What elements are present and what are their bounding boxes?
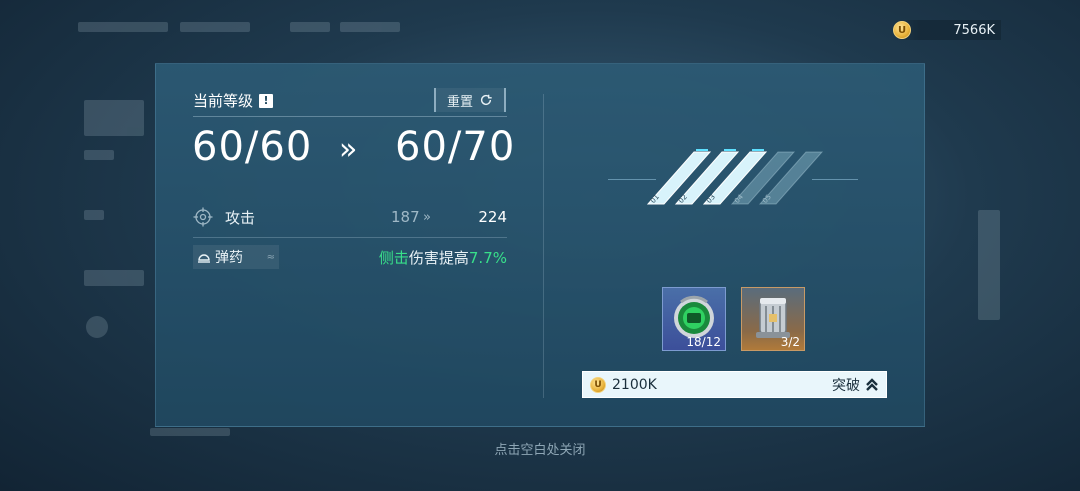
double-chevron-up-icon [866, 377, 878, 391]
material-count-2: 3/2 [780, 335, 800, 349]
ammo-bonus: 侧击伤害提高7.7% [379, 247, 507, 268]
breakthrough-cost: 2100K [612, 376, 657, 393]
level-arrow: » [339, 132, 358, 167]
breakthrough-label: 突破 [832, 377, 860, 394]
divider [193, 116, 507, 117]
coin-icon: U [893, 21, 911, 39]
reset-button[interactable]: 重置 [434, 88, 506, 112]
ammo-label: 弹药 [215, 250, 243, 266]
attack-new-value: 224 [478, 208, 507, 226]
current-level-value: 60/60 [192, 124, 313, 170]
attack-label: 攻击 [225, 208, 256, 227]
ammo-tag[interactable]: 弹药 ≈ [193, 245, 279, 269]
bonus-text: 伤害提高 [408, 249, 469, 267]
refresh-icon [480, 94, 492, 106]
next-level-value: 60/70 [395, 124, 516, 170]
close-hint[interactable]: 点击空白处关闭 [0, 439, 1080, 458]
material-slot-1[interactable]: 18/12 [662, 287, 726, 351]
bonus-highlight: 侧击 [378, 249, 409, 267]
material-slot-2[interactable]: 3/2 [741, 287, 805, 351]
divider [193, 237, 507, 238]
warning-icon[interactable]: ! [259, 93, 274, 108]
ammo-icon [198, 254, 210, 263]
attack-arrow: » [423, 209, 431, 225]
reset-label: 重置 [446, 94, 473, 110]
current-level-label: 当前等级 ! [193, 90, 274, 111]
rank-indicator: 01 02 03 04 05 [608, 146, 858, 212]
breakthrough-button[interactable]: U 2100K 突破 [582, 371, 887, 398]
attack-stat-row: 攻击 187 » 224 [193, 203, 507, 231]
crosshair-icon [193, 207, 213, 227]
chevron-icon: ≈ [266, 251, 275, 263]
bonus-percent: 7.7% [468, 249, 507, 267]
currency-amount: 7566K [953, 22, 995, 38]
rank-stripes: 01 02 03 04 05 [646, 149, 824, 205]
panel-divider [543, 94, 544, 398]
attack-old-value: 187 [391, 208, 420, 226]
coin-icon: U [590, 376, 606, 393]
current-level-text: 当前等级 [193, 92, 254, 110]
currency-display: U 7566K [893, 20, 1001, 40]
material-count-1: 18/12 [686, 335, 721, 349]
